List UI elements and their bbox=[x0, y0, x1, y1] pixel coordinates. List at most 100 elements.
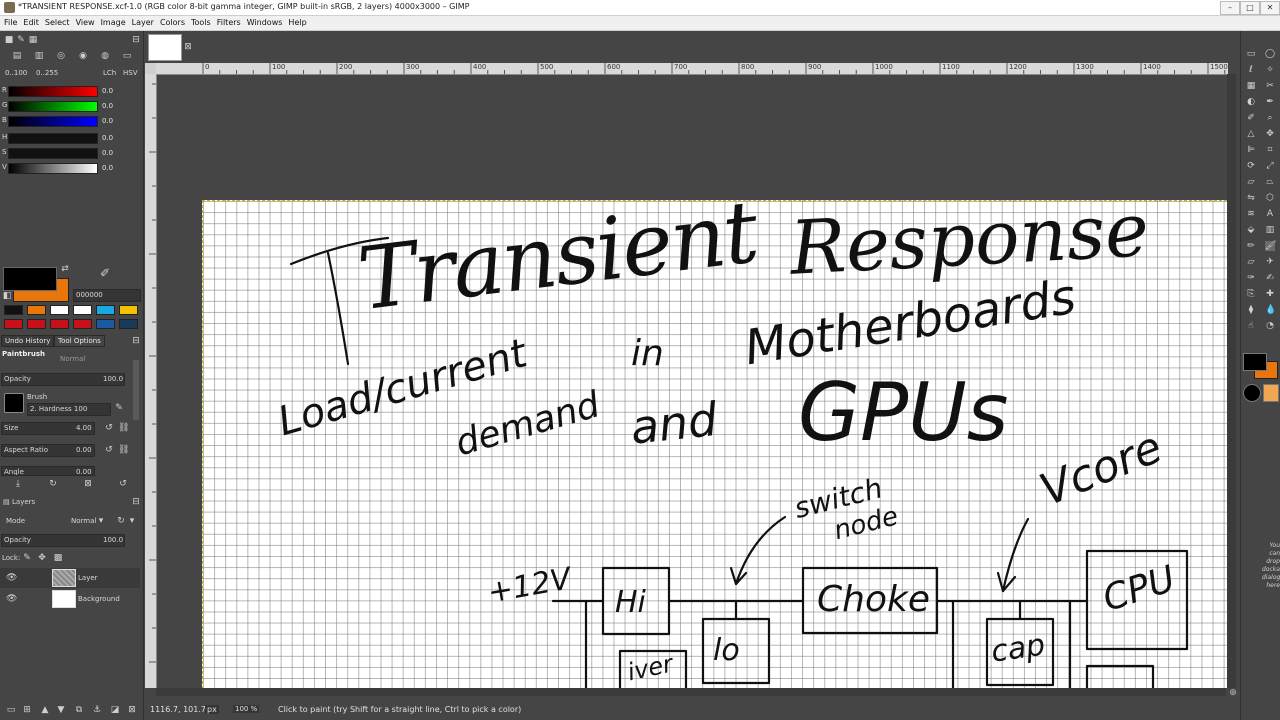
close-window-button[interactable]: ✕ bbox=[1260, 1, 1280, 15]
paths-icon[interactable]: ✒ bbox=[1265, 97, 1275, 107]
select-by-color-icon[interactable]: ▦ bbox=[1246, 81, 1256, 91]
delete-layer-icon[interactable]: ⊠ bbox=[127, 705, 137, 715]
fg-bg-icon[interactable]: ■ bbox=[4, 35, 14, 45]
reset-icon[interactable]: ↺ bbox=[104, 445, 114, 455]
history-swatch[interactable] bbox=[27, 319, 46, 329]
eye-icon[interactable]: 👁 bbox=[6, 573, 17, 583]
blue-slider[interactable] bbox=[8, 116, 98, 127]
rect-select-icon[interactable]: ▭ bbox=[1246, 49, 1256, 59]
color-scales-icon[interactable]: ▤ bbox=[12, 51, 22, 61]
lock-pixels-icon[interactable]: ✎ bbox=[22, 553, 32, 563]
restore-options-icon[interactable]: ↻ bbox=[48, 479, 58, 489]
move-icon[interactable]: ✥ bbox=[1265, 129, 1275, 139]
edit-brush-icon[interactable]: ✎ bbox=[114, 403, 124, 413]
unit-select[interactable]: px bbox=[205, 705, 219, 714]
clone-icon[interactable]: ⎘ bbox=[1246, 289, 1256, 299]
layer-row[interactable]: 👁 Layer bbox=[0, 568, 140, 588]
bucket-fill-icon[interactable]: ⬙ bbox=[1246, 225, 1256, 235]
history-swatch[interactable] bbox=[4, 305, 23, 315]
gradient-icon[interactable]: ▥ bbox=[1265, 225, 1275, 235]
menu-image[interactable]: Image bbox=[98, 16, 129, 30]
channel-value[interactable]: 0.0 bbox=[102, 134, 113, 142]
delete-options-icon[interactable]: ⊠ bbox=[83, 479, 93, 489]
cage-icon[interactable]: ⬡ bbox=[1265, 193, 1275, 203]
brush-icon[interactable]: ✎ bbox=[16, 35, 26, 45]
new-layer-group-icon[interactable]: ▭ bbox=[6, 705, 16, 715]
reset-options-icon[interactable]: ↺ bbox=[118, 479, 128, 489]
canvas-viewport[interactable]: Transient Response Load/current demand i… bbox=[157, 75, 1227, 688]
menu-help[interactable]: Help bbox=[285, 16, 309, 30]
angle-slider[interactable]: Angle 0.00 bbox=[1, 466, 95, 476]
menu-filters[interactable]: Filters bbox=[214, 16, 244, 30]
toolbox-fg-swatch[interactable] bbox=[1243, 353, 1267, 371]
hex-input[interactable]: 000000 bbox=[73, 289, 141, 302]
vertical-ruler[interactable] bbox=[145, 74, 157, 688]
new-layer-icon[interactable]: ⊞ bbox=[22, 705, 32, 715]
channel-value[interactable]: 0.0 bbox=[102, 149, 113, 157]
layer-opacity-slider[interactable]: Opacity 100.0 bbox=[1, 534, 125, 547]
hsv-toggle[interactable]: HSV bbox=[123, 69, 138, 77]
opacity-slider[interactable]: Opacity 100.0 bbox=[1, 373, 125, 386]
cmyk-icon[interactable]: ▭ bbox=[122, 51, 132, 61]
chain-link-icon[interactable]: ⛓ bbox=[118, 423, 129, 433]
panel-menu-icon[interactable]: ⊟ bbox=[131, 35, 141, 45]
layer-name[interactable]: Background bbox=[78, 595, 120, 603]
rotate-icon[interactable]: ⟳ bbox=[1246, 161, 1256, 171]
foreground-color-swatch[interactable] bbox=[3, 267, 57, 291]
menu-tools[interactable]: Tools bbox=[188, 16, 214, 30]
menu-windows[interactable]: Windows bbox=[244, 16, 286, 30]
color-triangle-icon[interactable]: ◉ bbox=[78, 51, 88, 61]
red-slider[interactable] bbox=[8, 86, 98, 97]
panel-menu-icon[interactable]: ⊟ bbox=[131, 336, 141, 346]
fuzzy-select-icon[interactable]: ✧ bbox=[1265, 65, 1275, 75]
layer-mask-icon[interactable]: ◪ bbox=[110, 705, 120, 715]
size-slider[interactable]: Size 4.00 bbox=[1, 422, 95, 435]
ink-icon[interactable]: ✑ bbox=[1246, 273, 1256, 283]
pattern-preview-icon[interactable] bbox=[1263, 384, 1279, 402]
scissors-select-icon[interactable]: ✂ bbox=[1265, 81, 1275, 91]
menu-layer[interactable]: Layer bbox=[129, 16, 157, 30]
eraser-icon[interactable]: ▱ bbox=[1246, 257, 1256, 267]
chain-link-icon[interactable]: ⛓ bbox=[118, 445, 129, 455]
text-tool-icon[interactable]: A bbox=[1265, 209, 1275, 219]
history-swatch[interactable] bbox=[4, 319, 23, 329]
channel-value[interactable]: 0.0 bbox=[102, 164, 113, 172]
channel-value[interactable]: 0.0 bbox=[102, 87, 113, 95]
panel-menu-icon[interactable]: ⊟ bbox=[131, 497, 141, 507]
layer-mode-value[interactable]: Normal bbox=[71, 517, 96, 525]
menu-file[interactable]: File bbox=[0, 16, 20, 30]
green-slider[interactable] bbox=[8, 101, 98, 112]
image-tab-thumbnail[interactable] bbox=[148, 34, 182, 61]
menu-select[interactable]: Select bbox=[42, 16, 73, 30]
layer-mode-switch-icon[interactable]: ↻ bbox=[116, 516, 126, 526]
history-swatch[interactable] bbox=[27, 305, 46, 315]
warp-icon[interactable]: ≋ bbox=[1246, 209, 1256, 219]
zoom-icon[interactable]: ⌕ bbox=[1265, 113, 1275, 123]
raise-layer-icon[interactable]: ▲ bbox=[40, 705, 50, 715]
vertical-scrollbar[interactable] bbox=[1227, 74, 1236, 688]
perspective-icon[interactable]: ⏢ bbox=[1265, 177, 1275, 187]
horizontal-ruler[interactable]: 0 100 200 300 400 500 600 700 800 900 1000 1100 1200… bbox=[156, 63, 1228, 75]
color-wheel-icon[interactable]: ◎ bbox=[56, 51, 66, 61]
value-slider[interactable] bbox=[8, 163, 98, 174]
menu-colors[interactable]: Colors bbox=[157, 16, 188, 30]
color-picker-icon[interactable]: ✐ bbox=[1246, 113, 1256, 123]
free-select-icon[interactable]: ℓ bbox=[1246, 65, 1256, 75]
save-options-icon[interactable]: ⤓ bbox=[13, 479, 23, 489]
swap-colors-icon[interactable]: ⇄ bbox=[60, 264, 70, 274]
maximize-button[interactable]: □ bbox=[1240, 1, 1260, 15]
zoom-select[interactable]: 100 % bbox=[233, 705, 260, 713]
color-picker-icon[interactable]: ✐ bbox=[100, 267, 110, 279]
history-swatch[interactable] bbox=[96, 305, 115, 315]
menu-view[interactable]: View bbox=[73, 16, 98, 30]
perspective-clone-icon[interactable]: ⧫ bbox=[1246, 305, 1256, 315]
tab-undo-history[interactable]: Undo History bbox=[1, 335, 55, 347]
watercolor-icon[interactable]: ◍ bbox=[100, 51, 110, 61]
ellipse-select-icon[interactable]: ◯ bbox=[1265, 49, 1275, 59]
brush-preview-icon[interactable] bbox=[1243, 384, 1261, 402]
minimize-button[interactable]: – bbox=[1220, 1, 1240, 15]
ruler-corner[interactable] bbox=[145, 63, 156, 74]
history-swatch[interactable] bbox=[73, 305, 92, 315]
pattern-icon[interactable]: ▦ bbox=[28, 35, 38, 45]
lower-layer-icon[interactable]: ▼ bbox=[56, 705, 66, 715]
